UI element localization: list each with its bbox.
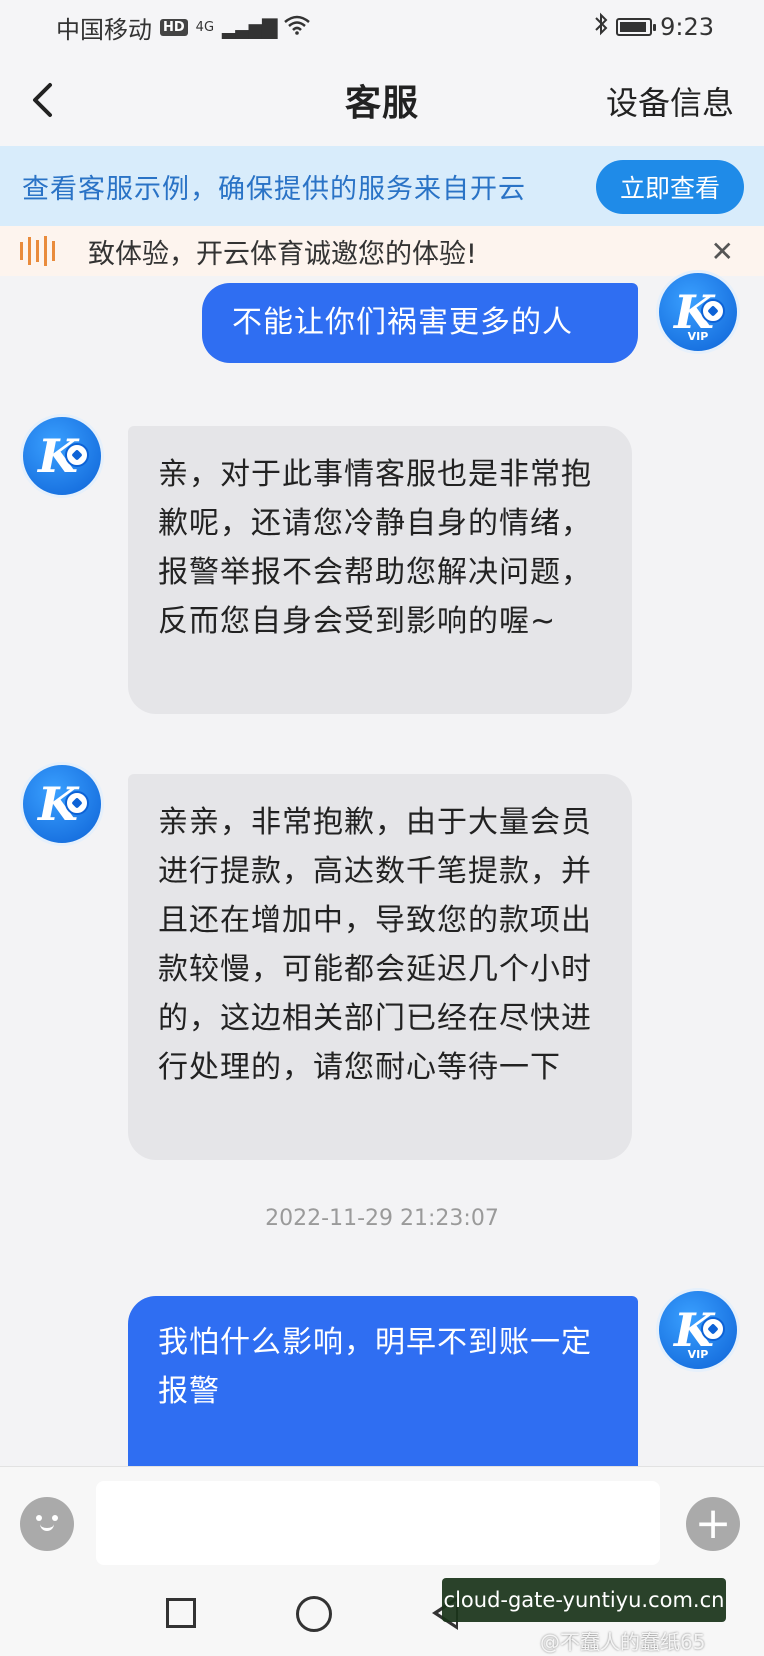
network-label: 4G	[195, 19, 215, 35]
message-text: 亲亲，非常抱歉，由于大量会员进行提款，高达数千笔提款，并且还在增加中，导致您的款…	[158, 805, 592, 1085]
message-text: 我怕什么影响，明早不到账一定报警	[158, 1325, 592, 1409]
emoji-icon	[32, 1513, 62, 1535]
recent-apps-button[interactable]	[166, 1598, 196, 1628]
agent-avatar[interactable]: K	[20, 762, 104, 846]
home-button[interactable]	[296, 1596, 332, 1632]
user-avatar[interactable]: K VIP	[656, 1288, 740, 1372]
vip-badge: VIP	[687, 1348, 709, 1361]
nav-bar: 客服 设备信息	[0, 54, 764, 146]
domain-watermark: cloud-gate-yuntiyu.com.cn	[442, 1578, 726, 1622]
input-bar: +	[0, 1466, 764, 1576]
announcement-marquee: 致体验，开云体育诚邀您的体验! ✕	[0, 226, 764, 276]
user-avatar[interactable]: K VIP	[656, 270, 740, 354]
back-button[interactable]	[22, 78, 62, 122]
info-banner: 查看客服示例，确保提供的服务来自开云 立即查看	[0, 146, 764, 226]
battery-icon	[616, 18, 657, 36]
bluetooth-icon	[594, 12, 608, 42]
user-message-bubble: 不能让你们祸害更多的人	[202, 283, 638, 363]
page-title: 客服	[344, 83, 419, 124]
plus-icon: +	[694, 1498, 732, 1549]
status-left: 中国移动 HD 4G ▂▃▅▇	[56, 10, 310, 45]
add-button[interactable]: +	[686, 1497, 740, 1551]
status-right: 9:23	[594, 12, 714, 42]
banner-text: 查看客服示例，确保提供的服务来自开云	[22, 173, 526, 205]
chevron-left-icon	[33, 83, 52, 117]
close-icon[interactable]: ✕	[711, 235, 734, 268]
author-watermark: @不蠢人的蠢纸65	[540, 1630, 706, 1654]
message-input[interactable]	[96, 1481, 660, 1565]
hd-badge: HD	[160, 18, 188, 36]
agent-message-bubble: 亲亲，非常抱歉，由于大量会员进行提款，高达数千笔提款，并且还在增加中，导致您的款…	[128, 774, 632, 1160]
message-text: 亲，对于此事情客服也是非常抱歉呢，还请您冷静自身的情绪，报警举报不会帮助您解决问…	[158, 457, 592, 639]
status-bar: 中国移动 HD 4G ▂▃▅▇ 9:23	[0, 0, 764, 54]
view-now-button[interactable]: 立即查看	[596, 160, 744, 214]
marquee-text: 致体验，开云体育诚邀您的体验!	[88, 238, 477, 270]
vip-badge: VIP	[687, 330, 709, 343]
message-timestamp: 2022-11-29 21:23:07	[265, 1206, 499, 1231]
clock: 9:23	[660, 13, 714, 41]
device-info-button[interactable]: 设备信息	[606, 78, 734, 124]
user-message-bubble: 我怕什么影响，明早不到账一定报警	[128, 1296, 638, 1466]
agent-message-bubble: 亲，对于此事情客服也是非常抱歉呢，还请您冷静自身的情绪，报警举报不会帮助您解决问…	[128, 426, 632, 714]
sound-bars-icon	[20, 236, 60, 266]
carrier-label: 中国移动	[56, 15, 152, 44]
wifi-icon	[283, 13, 310, 41]
emoji-button[interactable]	[20, 1497, 74, 1551]
chat-area[interactable]: 不能让你们祸害更多的人 K VIP K 亲，对于此事情客服也是非常抱歉呢，还请您…	[0, 270, 764, 1466]
message-text: 不能让你们祸害更多的人	[232, 305, 573, 340]
agent-avatar[interactable]: K	[20, 414, 104, 498]
signal-icon: ▂▃▅▇	[222, 15, 278, 39]
